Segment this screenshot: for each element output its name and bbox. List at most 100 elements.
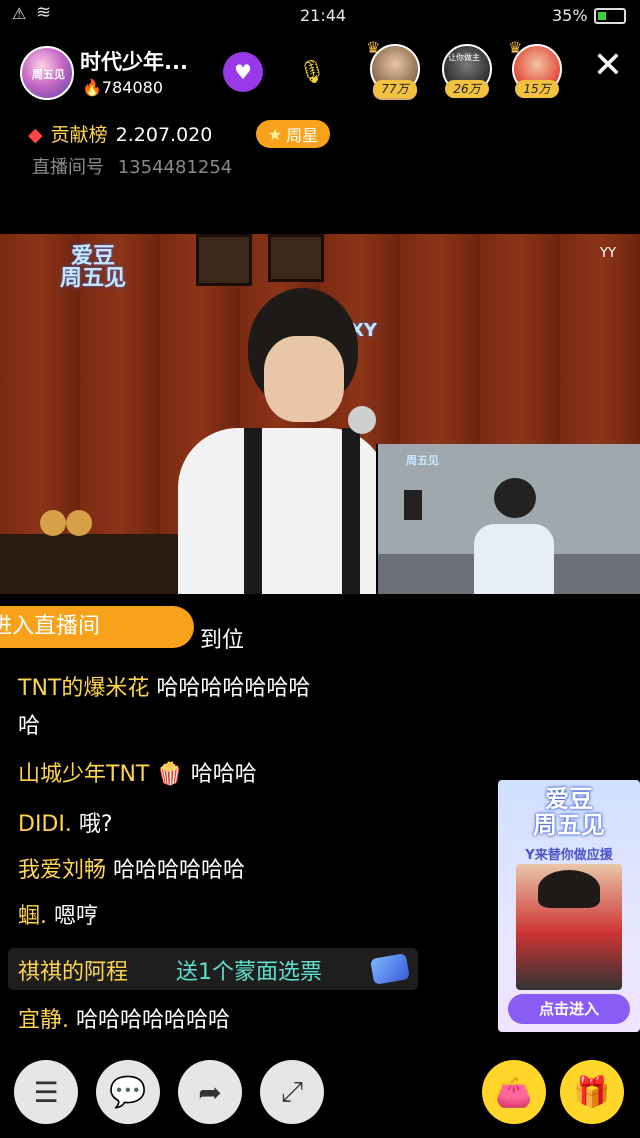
promo-title: 爱豆 周五见 [498, 786, 640, 838]
chat-button[interactable]: 💬 [96, 1060, 160, 1124]
heart-icon: ♥ [234, 60, 252, 84]
battery-percent: 35% [552, 6, 588, 25]
chat-message: 哈 [18, 714, 41, 739]
gift-icon: 🎁 [573, 1074, 611, 1110]
chat-message: 哈哈哈哈哈哈哈 [156, 676, 311, 701]
microphone [348, 406, 376, 434]
fans-count-row: 🔥784080 [82, 78, 163, 97]
pip-performer [474, 478, 554, 594]
show-logo-line1: 爱豆 [71, 244, 116, 269]
chat-line[interactable]: TNT的爆米花 哈哈哈哈哈哈哈 [18, 674, 310, 704]
avatar-text: 周五见 [32, 68, 65, 81]
chat-username: 宜静. [18, 1008, 69, 1033]
promo-photo [516, 864, 622, 990]
contribution-row[interactable]: ◆ 贡献榜 2.207.020 [28, 120, 212, 147]
chat-username: 山城少年TNT [18, 762, 150, 787]
chat-message: 嗯哼 [54, 904, 99, 929]
contribution-value: 2.207.020 [115, 124, 213, 146]
rank-2[interactable]: 让你做主 26万 [442, 44, 492, 98]
star-icon: ★ [267, 124, 283, 144]
diamond-icon: ◆ [28, 124, 43, 146]
chat-username: TNT的爆米花 [18, 676, 150, 701]
share-icon: ➦ [198, 1075, 222, 1109]
chat-message: 哈哈哈哈哈哈 [113, 858, 246, 883]
wifi-icon: ≋ [36, 2, 52, 23]
rank-badge-text: 让你做主 [448, 53, 480, 62]
pip-video[interactable]: 周五见 [376, 444, 640, 594]
gift-button[interactable]: 🎁 [560, 1060, 624, 1124]
chat-username: 祺祺的阿程 [18, 960, 129, 985]
chat-username: DIDI. [18, 812, 72, 837]
weekly-star-button[interactable]: ★ 周星 [256, 120, 330, 148]
chat-line: 哈 [18, 712, 40, 742]
promo-photo-hair [538, 870, 600, 908]
promo-enter-button[interactable]: 点击进入 [508, 994, 630, 1024]
vote-mask-icon [370, 953, 410, 985]
chat-username: 我爱刘畅 [18, 858, 107, 883]
chat-line[interactable]: 蝈. 嗯哼 [18, 902, 98, 932]
pip-logo: 周五见 [406, 454, 439, 467]
rank-value: 15万 [515, 80, 559, 98]
close-button[interactable]: ✕ [588, 48, 628, 88]
lucky-bag-icon: 👛 [495, 1074, 533, 1110]
chat-message: 哈哈哈哈哈哈哈 [76, 1008, 231, 1033]
plush-toy [66, 510, 92, 536]
lucky-bag-button[interactable]: 👛 [482, 1060, 546, 1124]
anchor-avatar[interactable]: 周五见 [20, 46, 74, 100]
rank-value: 26万 [445, 80, 489, 98]
yy-watermark: YY [600, 246, 616, 261]
chat-icon: 💬 [109, 1074, 147, 1110]
wall-frame [268, 234, 324, 282]
enter-room-banner: 进入直播间 [0, 606, 194, 648]
chat-message: 哈哈哈 [190, 762, 257, 787]
pip-hair [494, 478, 536, 518]
contribution-label: 贡献榜 [50, 124, 108, 146]
fullscreen-button[interactable]: ⤢ [260, 1060, 324, 1124]
show-logo: 爱豆 周五见 [60, 246, 126, 290]
chat-line[interactable]: DIDI. 哦? [18, 810, 113, 840]
room-id-row: 直播间号 1354481254 [32, 153, 232, 179]
close-icon: ✕ [592, 45, 624, 86]
chat-line[interactable]: 宜静. 哈哈哈哈哈哈哈 [18, 1006, 230, 1036]
share-button[interactable]: ➦ [178, 1060, 242, 1124]
fans-count: 784080 [101, 78, 163, 97]
promo-card[interactable]: 爱豆 周五见 Y来替你做应援 点击进入 [498, 780, 640, 1032]
menu-button[interactable]: ☰ [14, 1060, 78, 1124]
gift-message[interactable]: 祺祺的阿程 送1个蒙面选票 [8, 948, 418, 990]
menu-icon: ☰ [33, 1075, 59, 1109]
flame-icon: 🔥 [82, 78, 102, 97]
mic-icon: 🎙 [298, 59, 326, 85]
rank-3[interactable]: ♛ 15万 [508, 38, 562, 98]
crown-icon: ♛ [508, 38, 523, 57]
strap [244, 428, 262, 594]
gift-text: 送1个蒙面选票 [176, 960, 322, 985]
speaker [404, 490, 422, 520]
performer [178, 288, 388, 594]
strap [342, 428, 360, 594]
anchor-name[interactable]: 时代少年... [80, 46, 200, 76]
mic-link-button[interactable]: 🎙 [290, 54, 334, 90]
live-video[interactable]: 爱豆 周五见 XY YY 周五见 [0, 234, 640, 594]
room-id-value: 1354481254 [117, 157, 233, 178]
crown-icon: ♛ [366, 38, 381, 57]
chat-line[interactable]: 山城少年TNT 🍿 哈哈哈 [18, 760, 257, 790]
chat-line[interactable]: 我爱刘畅 哈哈哈哈哈哈 [18, 856, 245, 886]
wall-frame [196, 234, 252, 286]
promo-subtitle: Y来替你做应援 [525, 848, 613, 863]
rank-1[interactable]: ♛ 77万 [366, 38, 420, 100]
show-logo-line2: 周五见 [60, 266, 127, 291]
popcorn-icon: 🍿 [156, 762, 184, 787]
enter-room-text: 进入直播间 [0, 614, 101, 639]
chat-message: 哦? [78, 812, 113, 837]
promo-title-line1: 爱豆 [545, 785, 593, 813]
pip-shirt [474, 524, 554, 594]
alert-icon: ⚠ [12, 4, 27, 23]
weekly-star-label: 周星 [286, 126, 319, 145]
battery-icon [594, 8, 626, 24]
chat-message: 到位 [200, 628, 245, 653]
plush-toy [40, 510, 66, 536]
room-id-label: 直播间号 [32, 157, 104, 178]
battery-fill [598, 12, 606, 20]
follow-button[interactable]: ♥ [223, 52, 263, 92]
performer-face [264, 336, 344, 422]
